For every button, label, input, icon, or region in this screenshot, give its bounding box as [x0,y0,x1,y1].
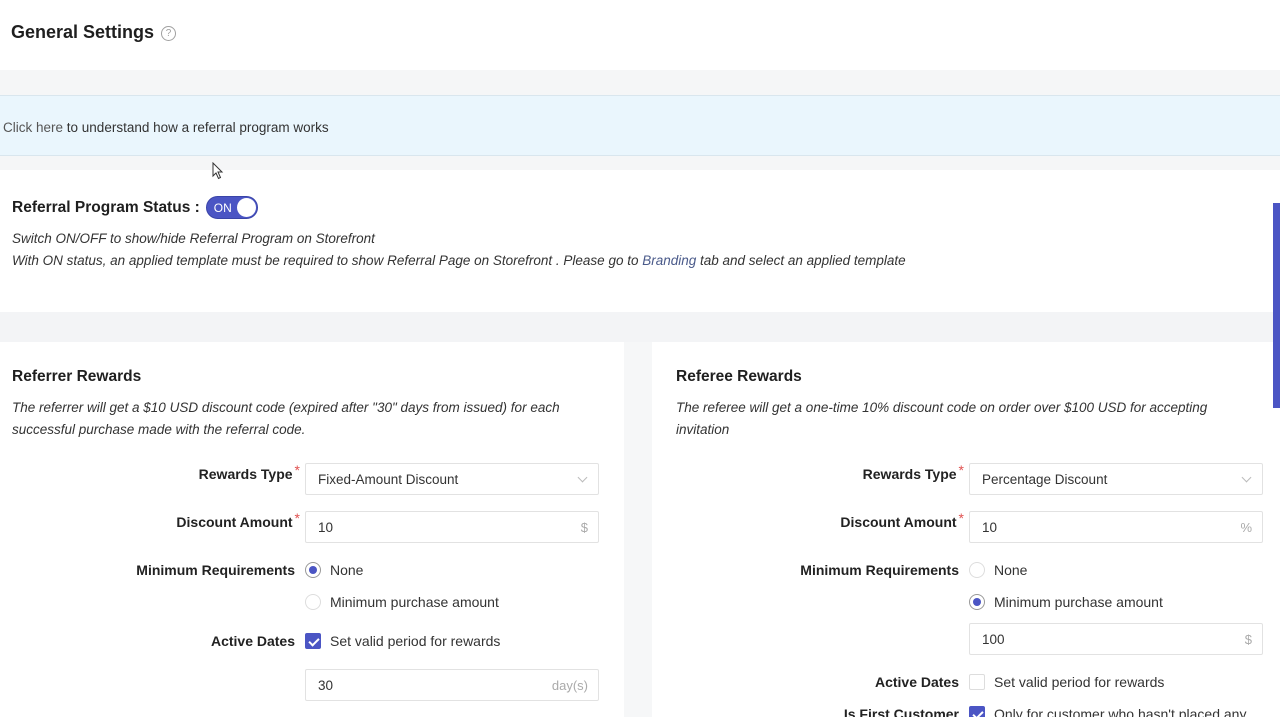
radio-label: None [330,562,364,578]
referee-rewards-panel: Referee Rewards The referee will get a o… [652,342,1280,717]
radio-label: None [994,562,1028,578]
referrer-min-req-none-radio[interactable]: None [305,562,363,578]
referrer-min-req-purchase-radio[interactable]: Minimum purchase amount [305,594,499,610]
referral-status-row: Referral Program Status : ON [12,196,258,219]
first-customer-label: Is First Customer [843,706,959,717]
min-purchase-value: 100 [982,631,1005,647]
checkbox-label: Set valid period for rewards [994,674,1165,690]
discount-amount-label-text: Discount Amount [176,514,293,530]
discount-amount-label-text: Discount Amount [840,514,957,530]
referee-min-purchase-input[interactable]: 100 $ [969,623,1263,655]
min-requirements-label: Minimum Requirements [136,562,295,578]
referrer-rewards-type-select[interactable]: Fixed-Amount Discount [305,463,599,495]
referrer-rewards-title: Referrer Rewards [12,368,142,385]
question-circle-icon[interactable]: ? [161,26,177,41]
page-title: General Settings ? [11,22,177,43]
referee-active-dates-checkbox[interactable]: Set valid period for rewards [969,674,1164,690]
status-note-line2: With ON status, an applied template must… [12,253,906,268]
toggle-knob [236,198,256,217]
active-dates-label: Active Dates [210,633,295,649]
required-marker: * [294,510,300,526]
referrer-discount-amount-input[interactable]: 10 $ [305,511,599,543]
required-marker: * [958,510,964,526]
rewards-type-value: Fixed-Amount Discount [318,471,459,487]
section-gap [0,156,1280,170]
discount-amount-label: Discount Amount * [784,510,964,530]
referee-min-req-purchase-radio[interactable]: Minimum purchase amount [969,594,1163,610]
status-note-text: With ON status, an applied template must… [12,253,643,268]
radio-unselected [969,562,985,578]
chevron-down-icon [577,472,588,483]
referrer-rewards-panel: Referrer Rewards The referrer will get a… [0,342,624,717]
checkbox-checked [305,633,321,649]
percent-suffix: % [1240,519,1252,535]
rewards-type-value: Percentage Discount [982,471,1108,487]
referee-rewards-description: The referee will get a one-time 10% disc… [676,400,1208,437]
radio-selected [305,562,321,578]
referee-min-req-none-radio[interactable]: None [969,562,1027,578]
column-divider [624,342,652,717]
rewards-type-label: Rewards Type * [140,462,300,482]
click-here-link[interactable]: Click here [3,120,63,135]
status-note-line1: Switch ON/OFF to show/hide Referral Prog… [12,231,375,246]
active-dates-label: Active Dates [874,674,959,690]
referee-discount-amount-input[interactable]: 10 % [969,511,1263,543]
valid-days-value: 30 [318,677,334,693]
radio-label: Minimum purchase amount [994,594,1163,610]
toggle-state-text: ON [213,201,232,215]
status-note-text-end: tab and select an applied template [696,253,906,268]
rewards-type-label: Rewards Type * [804,462,964,482]
section-gap [0,312,1280,342]
section-gap [0,70,1280,95]
page-header: General Settings ? [0,0,1280,70]
info-banner-message: to understand how a referral program wor… [63,120,329,135]
scrollbar-thumb[interactable] [1273,203,1280,408]
checkbox-unchecked [969,674,985,690]
checkbox-label: Only for customer who hasn't placed any [994,706,1247,717]
discount-amount-value: 10 [318,519,334,535]
info-banner-text: Click here to understand how a referral … [3,120,329,135]
referral-status-label: Referral Program Status : [12,198,200,216]
referee-rewards-title: Referee Rewards [676,368,802,385]
referee-rewards-type-select[interactable]: Percentage Discount [969,463,1263,495]
chevron-down-icon [1241,472,1252,483]
discount-amount-value: 10 [982,519,998,535]
referrer-valid-days-input[interactable]: 30 day(s) [305,669,599,701]
rewards-type-label-text: Rewards Type [198,466,293,482]
referral-status-toggle[interactable]: ON [205,196,258,219]
currency-suffix: $ [1244,631,1252,647]
currency-suffix: $ [580,519,588,535]
branding-link[interactable]: Branding [642,253,696,268]
referrer-rewards-description: The referrer will get a $10 USD discount… [12,400,560,437]
referee-first-customer-checkbox[interactable]: Only for customer who hasn't placed any [969,706,1246,717]
info-banner: Click here to understand how a referral … [0,95,1280,156]
radio-selected [969,594,985,610]
required-marker: * [294,462,300,478]
min-requirements-label: Minimum Requirements [800,562,959,578]
page-title-text: General Settings [11,22,155,42]
checkbox-label: Set valid period for rewards [330,633,501,649]
radio-unselected [305,594,321,610]
referrer-active-dates-checkbox[interactable]: Set valid period for rewards [305,633,500,649]
rewards-type-label-text: Rewards Type [862,466,957,482]
radio-label: Minimum purchase amount [330,594,499,610]
required-marker: * [958,462,964,478]
checkbox-checked [969,706,985,717]
days-suffix: day(s) [551,677,588,693]
referral-status-section: Referral Program Status : ON Switch ON/O… [0,170,1280,312]
discount-amount-label: Discount Amount * [120,510,300,530]
